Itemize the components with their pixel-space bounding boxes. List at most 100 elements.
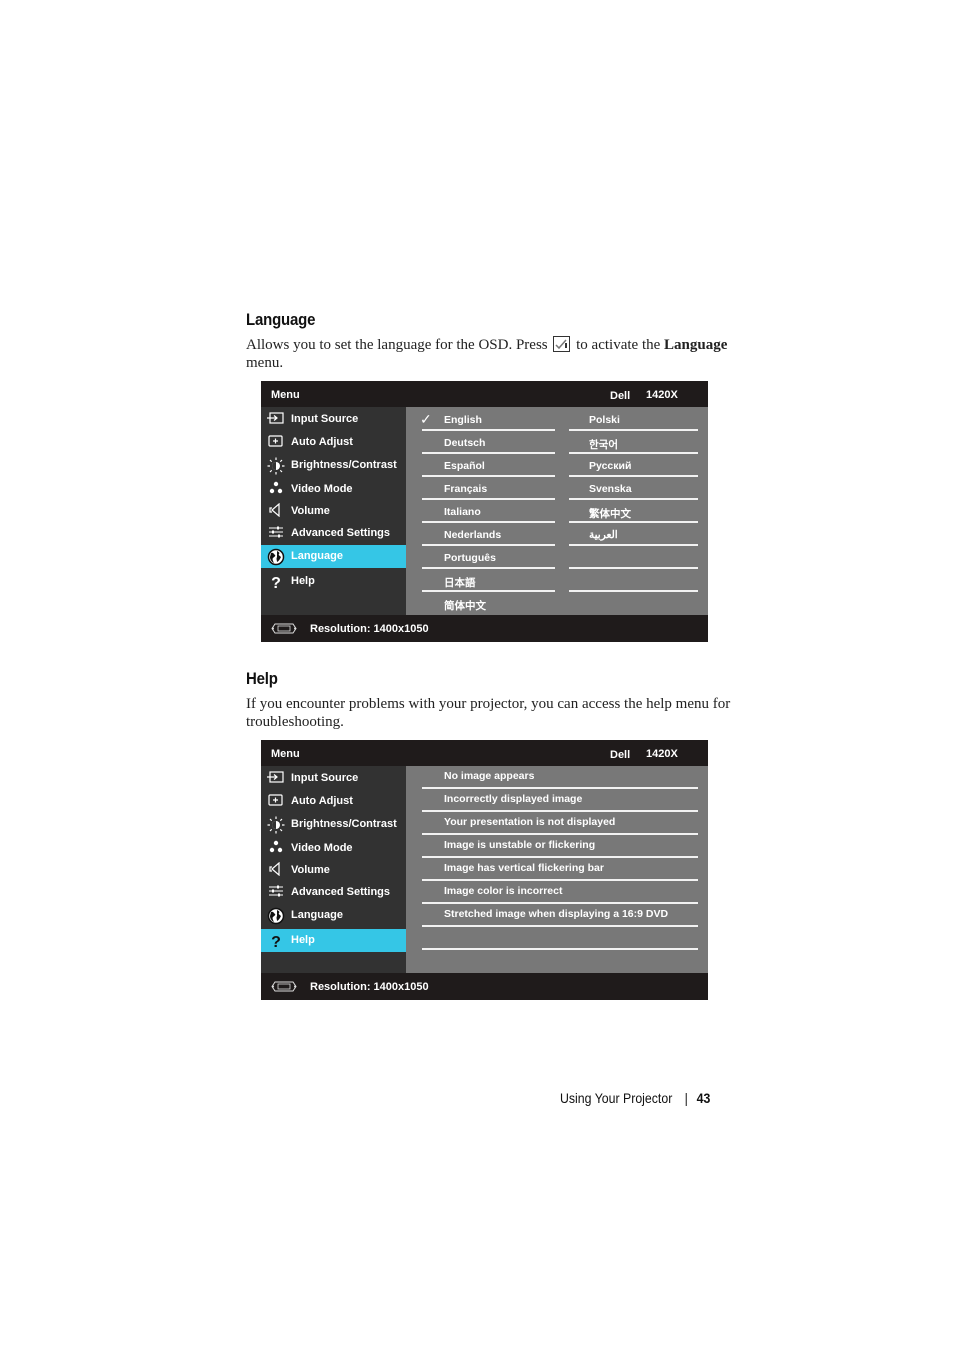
sidebar-item-brightness-contrast[interactable]: Brightness/Contrast bbox=[261, 813, 406, 836]
sidebar-item-video-mode[interactable]: Video Mode bbox=[261, 478, 406, 501]
divider bbox=[422, 810, 698, 812]
sidebar-item-advanced-settings[interactable]: Advanced Settings bbox=[261, 522, 406, 545]
menu-select-checkmark-icon bbox=[553, 336, 571, 352]
osd-sidebar: Input Source Auto Adjust Brightness/Contra… bbox=[261, 766, 406, 973]
osd-sidebar: Input Source Auto Adjust Brightness/Contra… bbox=[261, 407, 406, 615]
language-option[interactable]: 简体中文 bbox=[444, 598, 486, 613]
osd-brand: Dell bbox=[610, 749, 631, 761]
sidebar-item-advanced-settings[interactable]: Advanced Settings bbox=[261, 881, 406, 904]
sidebar-item-label: Volume bbox=[291, 864, 330, 876]
vga-connector-icon bbox=[270, 623, 298, 637]
language-option[interactable]: Français bbox=[444, 483, 487, 495]
help-topic[interactable]: Incorrectly displayed image bbox=[444, 793, 582, 805]
language-option[interactable]: Español bbox=[444, 460, 485, 472]
divider bbox=[422, 948, 698, 950]
sidebar-item-auto-adjust[interactable]: Auto Adjust bbox=[261, 790, 406, 813]
sidebar-item-label: Auto Adjust bbox=[291, 436, 353, 448]
language-option[interactable]: Deutsch bbox=[444, 437, 485, 449]
language-description: Allows you to set the language for the O… bbox=[246, 336, 731, 372]
divider bbox=[422, 429, 555, 431]
divider bbox=[569, 567, 698, 569]
globe-icon bbox=[267, 907, 285, 925]
help-heading: Help bbox=[246, 669, 278, 688]
sidebar-item-label: Video Mode bbox=[291, 842, 353, 854]
divider bbox=[422, 787, 698, 789]
osd-title: Menu bbox=[271, 389, 300, 401]
advanced-settings-icon bbox=[267, 525, 285, 541]
sidebar-item-label: Help bbox=[291, 934, 315, 946]
help-topic[interactable]: Stretched image when displaying a 16:9 D… bbox=[444, 908, 668, 920]
sidebar-item-auto-adjust[interactable]: Auto Adjust bbox=[261, 431, 406, 454]
divider bbox=[422, 925, 698, 927]
divider bbox=[422, 521, 555, 523]
language-option[interactable]: Svenska bbox=[589, 483, 632, 495]
help-topic[interactable]: No image appears bbox=[444, 770, 534, 782]
divider bbox=[569, 521, 698, 523]
language-option[interactable]: Русский bbox=[589, 460, 631, 472]
language-option[interactable]: English bbox=[444, 414, 482, 426]
sidebar-item-input-source[interactable]: Input Source bbox=[261, 408, 406, 431]
resolution-status: Resolution: 1400x1050 bbox=[310, 623, 429, 635]
sidebar-item-volume[interactable]: Volume bbox=[261, 500, 406, 523]
language-options-panel: English ✓ Deutsch Español Français Italiano Ne… bbox=[406, 407, 708, 615]
divider bbox=[422, 544, 555, 546]
divider bbox=[422, 498, 555, 500]
language-option[interactable]: العربية bbox=[589, 529, 618, 541]
sidebar-item-language[interactable]: Language bbox=[261, 545, 406, 568]
sidebar-item-brightness-contrast[interactable]: Brightness/Contrast bbox=[261, 454, 406, 477]
sidebar-item-video-mode[interactable]: Video Mode bbox=[261, 837, 406, 860]
sidebar-item-help[interactable]: ? Help bbox=[261, 929, 406, 952]
sidebar-item-language[interactable]: Language bbox=[261, 904, 406, 927]
language-osd-menu: Menu Dell 1420X Input Source Auto Adjust B… bbox=[261, 381, 708, 642]
sidebar-item-label: Help bbox=[291, 575, 315, 587]
sidebar-item-volume[interactable]: Volume bbox=[261, 859, 406, 882]
resolution-status: Resolution: 1400x1050 bbox=[310, 981, 429, 993]
sidebar-item-label: Advanced Settings bbox=[291, 886, 391, 898]
footer-divider: | bbox=[684, 1090, 688, 1106]
sidebar-item-label: Advanced Settings bbox=[291, 527, 391, 539]
sidebar-item-label: Auto Adjust bbox=[291, 795, 353, 807]
help-topics-panel: No image appears Incorrectly displayed im… bbox=[406, 766, 708, 973]
input-source-icon bbox=[267, 411, 285, 427]
checkmark-icon: ✓ bbox=[420, 411, 432, 427]
sidebar-item-label: Brightness/Contrast bbox=[291, 459, 397, 471]
help-description: If you encounter problems with your proj… bbox=[246, 696, 731, 730]
help-topic[interactable]: Image has vertical flickering bar bbox=[444, 862, 604, 874]
sidebar-item-label: Volume bbox=[291, 505, 330, 517]
divider bbox=[422, 902, 698, 904]
globe-icon bbox=[267, 548, 285, 566]
osd-model: 1420X bbox=[646, 748, 678, 760]
sidebar-item-label: Video Mode bbox=[291, 483, 353, 495]
input-source-icon bbox=[267, 770, 285, 786]
osd-model: 1420X bbox=[646, 389, 678, 401]
osd-status-bar: Resolution: 1400x1050 bbox=[261, 973, 708, 1000]
divider bbox=[569, 429, 698, 431]
sidebar-item-label: Input Source bbox=[291, 413, 359, 425]
language-option[interactable]: 繁体中文 bbox=[589, 506, 631, 521]
sidebar-item-help[interactable]: ? Help bbox=[261, 570, 406, 593]
page-footer: Using Your Projector | 43 bbox=[560, 1090, 710, 1106]
osd-brand: Dell bbox=[610, 390, 631, 402]
language-option[interactable]: Nederlands bbox=[444, 529, 501, 541]
divider bbox=[569, 590, 698, 592]
help-topic[interactable]: Image color is incorrect bbox=[444, 885, 562, 897]
video-mode-icon bbox=[267, 481, 285, 497]
language-option[interactable]: 日本語 bbox=[444, 575, 476, 590]
language-heading: Language bbox=[246, 310, 316, 329]
sidebar-item-label: Language bbox=[291, 550, 343, 562]
video-mode-icon bbox=[267, 840, 285, 856]
sidebar-item-label: Language bbox=[291, 909, 343, 921]
help-topic[interactable]: Your presentation is not displayed bbox=[444, 816, 615, 828]
svg-text:?: ? bbox=[271, 934, 281, 950]
osd-body: Input Source Auto Adjust Brightness/Contra… bbox=[261, 407, 708, 615]
language-option[interactable]: Italiano bbox=[444, 506, 481, 518]
description-text: Allows you to set the language for the O… bbox=[246, 337, 548, 353]
help-icon: ? bbox=[267, 573, 285, 592]
osd-header: Menu Dell 1420X bbox=[261, 381, 708, 407]
language-option[interactable]: Português bbox=[444, 552, 496, 564]
help-topic[interactable]: Image is unstable or flickering bbox=[444, 839, 595, 851]
language-option[interactable]: 한국어 bbox=[589, 437, 618, 452]
sidebar-item-input-source[interactable]: Input Source bbox=[261, 767, 406, 790]
language-option[interactable]: Polski bbox=[589, 414, 620, 426]
osd-status-bar: Resolution: 1400x1050 bbox=[261, 615, 708, 642]
